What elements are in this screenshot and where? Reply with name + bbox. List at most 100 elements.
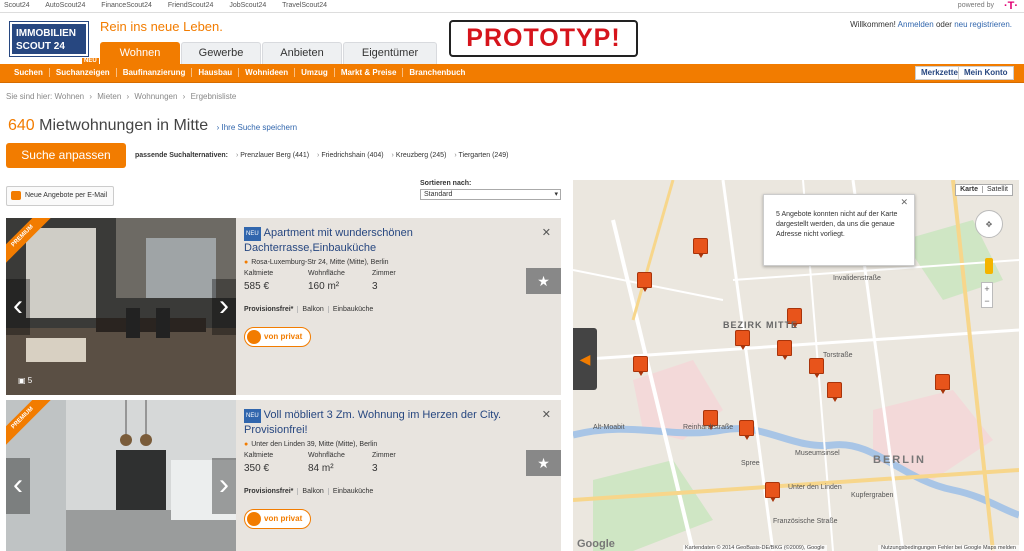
portal-link[interactable]: TravelScout24 — [282, 2, 327, 9]
nav-item-branchenbuch[interactable]: Branchenbuch — [403, 68, 471, 77]
tab-eigentuemer[interactable]: Eigentümer — [343, 42, 437, 64]
photo-count-value: 5 — [27, 376, 33, 385]
map-label: Reinhardtstraße — [683, 424, 734, 431]
tab-wohnen[interactable]: Wohnen — [100, 42, 180, 65]
star-icon[interactable]: ★ — [526, 450, 561, 476]
slogan: Rein ins neue Leben. — [100, 19, 223, 34]
map-pin[interactable] — [637, 272, 652, 292]
nav-item-hausbau[interactable]: Hausbau — [192, 68, 240, 77]
nav-item-markt-preise[interactable]: Markt & Preise — [334, 68, 404, 77]
next-photo-button[interactable]: › — [212, 278, 236, 335]
stat-value: 84 m² — [308, 463, 334, 474]
nav-item-baufinanzierung[interactable]: Baufinanzierung — [116, 68, 193, 77]
private-label: von privat — [264, 332, 303, 341]
logo-line2: SCOUT 24 — [16, 41, 65, 52]
portal-topbar: Scout24 AutoScout24 FinanceScout24 Frien… — [0, 0, 1024, 13]
map-label: Museumsinsel — [795, 450, 840, 457]
alternative-link[interactable]: Tiergarten (249) — [454, 152, 508, 159]
close-icon[interactable]: ✕ — [900, 197, 908, 207]
close-icon[interactable]: ✕ — [542, 408, 551, 421]
map-type-control[interactable]: Karte Satellit — [955, 184, 1013, 196]
sort-select[interactable]: Standard — [420, 189, 561, 200]
private-offer-badge[interactable]: von privat — [244, 509, 312, 529]
zoom-control[interactable]: + − — [981, 282, 993, 308]
feature-item: Balkon — [298, 306, 329, 313]
stat-label: Zimmer — [372, 270, 396, 277]
map-label: Alt-Moabit — [593, 424, 625, 431]
map-pin[interactable] — [735, 330, 750, 350]
nav-item-suchanzeigen[interactable]: Suchanzeigen — [49, 68, 117, 77]
collapse-map-button[interactable]: ◀ — [573, 328, 597, 390]
map-pin[interactable] — [809, 358, 824, 378]
next-photo-button[interactable]: › — [212, 457, 236, 514]
map-pin[interactable] — [777, 340, 792, 360]
pan-control-icon[interactable]: ✥ — [975, 210, 1003, 238]
portal-link[interactable]: FriendScout24 — [168, 2, 214, 9]
map-label: Unter den Linden — [788, 484, 842, 491]
listing-title[interactable]: NEU Apartment mit wunderschönen Dachterra… — [244, 226, 544, 255]
map-pin[interactable] — [765, 482, 780, 502]
listing-title-text[interactable]: Apartment mit wunderschönen Dachterrasse… — [244, 227, 413, 254]
map-terms-link[interactable]: Nutzungsbedingungen Fehler bei Google Ma… — [878, 545, 1019, 551]
alternative-link[interactable]: Prenzlauer Berg (441) — [236, 152, 309, 159]
private-offer-badge[interactable]: von privat — [244, 327, 312, 347]
stat-label: Zimmer — [372, 452, 396, 459]
zoom-out-icon[interactable]: − — [982, 295, 992, 307]
map-pin[interactable] — [633, 356, 648, 376]
stat-value: 160 m² — [308, 281, 340, 292]
alternative-link[interactable]: Friedrichshain (404) — [317, 152, 384, 159]
email-alert-button[interactable]: Neue Angebote per E-Mail — [6, 186, 115, 206]
premium-label: PREMIUM — [6, 218, 54, 267]
listing-features: Provisionsfrei* Balkon Einbauküche — [244, 306, 544, 313]
portal-link[interactable]: Scout24 — [4, 2, 30, 9]
star-icon[interactable]: ★ — [526, 268, 561, 294]
map-label: Französische Straße — [773, 518, 838, 525]
map-pin[interactable] — [935, 374, 950, 394]
feature-item: Einbauküche — [332, 306, 374, 313]
login-link[interactable]: Anmelden — [898, 20, 934, 29]
alternative-link[interactable]: Kreuzberg (245) — [392, 152, 447, 159]
portal-link[interactable]: JobScout24 — [229, 2, 266, 9]
map-pin[interactable] — [739, 420, 754, 440]
results-map[interactable]: BEZIRK MITTE BERLIN Museumsinsel Unter d… — [573, 180, 1019, 551]
main-nav: Suchen Suchanzeigen Baufinanzierung Hausbau… — [0, 64, 1024, 83]
close-icon[interactable]: ✕ — [542, 226, 551, 239]
streetview-pegman-icon[interactable] — [985, 258, 993, 274]
adjust-search-button[interactable]: Suche anpassen — [6, 143, 126, 168]
listing-title-text[interactable]: Voll möbliert 3 Zm. Wohnung im Herzen de… — [244, 409, 501, 436]
telekom-logo-icon: ·T· — [1003, 0, 1018, 12]
register-link[interactable]: neu registrieren. — [954, 20, 1012, 29]
map-type-satellit[interactable]: Satellit — [983, 186, 1012, 193]
portal-link[interactable]: FinanceScout24 — [101, 2, 152, 9]
welcome-text: Willkommen! Anmelden oder neu registrier… — [850, 20, 1012, 29]
map-pin[interactable] — [827, 382, 842, 402]
nav-item-suchen[interactable]: Suchen — [14, 68, 50, 77]
listing-photo[interactable]: PREMIUM ‹ › ▣ 5 — [6, 218, 236, 395]
previous-photo-button[interactable]: ‹ — [6, 457, 30, 514]
breadcrumb-item[interactable]: Mieten — [97, 92, 121, 101]
zoom-in-icon[interactable]: + — [982, 283, 992, 295]
save-search-link[interactable]: › Ihre Suche speichern — [217, 123, 298, 132]
listing-title[interactable]: NEU Voll möbliert 3 Zm. Wohnung im Herzen… — [244, 408, 544, 437]
listing-address: Rosa-Luxemburg-Str 24, Mitte (Mitte), Be… — [244, 259, 544, 266]
listing-photo[interactable]: PREMIUM ‹ › — [6, 400, 236, 551]
portal-link[interactable]: AutoScout24 — [45, 2, 85, 9]
private-label: von privat — [264, 514, 303, 523]
map-type-karte[interactable]: Karte — [956, 186, 983, 193]
breadcrumb-item[interactable]: Sie sind hier: Wohnen — [6, 92, 84, 101]
feature-item: Provisionsfrei* — [244, 306, 299, 313]
tab-gewerbe[interactable]: Gewerbe — [181, 42, 261, 64]
nav-item-umzug[interactable]: Umzug — [295, 68, 335, 77]
mein-konto-button[interactable]: Mein Konto — [958, 66, 1014, 80]
breadcrumb-item[interactable]: Wohnungen — [134, 92, 177, 101]
listing-card[interactable]: PREMIUM ‹ › ▣ 5 NEU Apartment mit wunders… — [6, 218, 561, 395]
previous-photo-button[interactable]: ‹ — [6, 278, 30, 335]
stat-value: 350 € — [244, 463, 270, 474]
search-alternatives: passende Suchalternativen: Prenzlauer Be… — [135, 152, 514, 159]
tab-anbieten[interactable]: Anbieten — [262, 42, 342, 64]
map-pin[interactable] — [693, 238, 708, 258]
listing-card[interactable]: PREMIUM ‹ › NEU Voll möbliert 3 Zm. Wohnu… — [6, 400, 561, 551]
sort-label: Sortieren nach: — [420, 180, 472, 187]
immobilienscout-logo[interactable]: IMMOBILIEN SCOUT 24 — [9, 21, 89, 57]
nav-item-wohnideen[interactable]: Wohnideen — [239, 68, 296, 77]
